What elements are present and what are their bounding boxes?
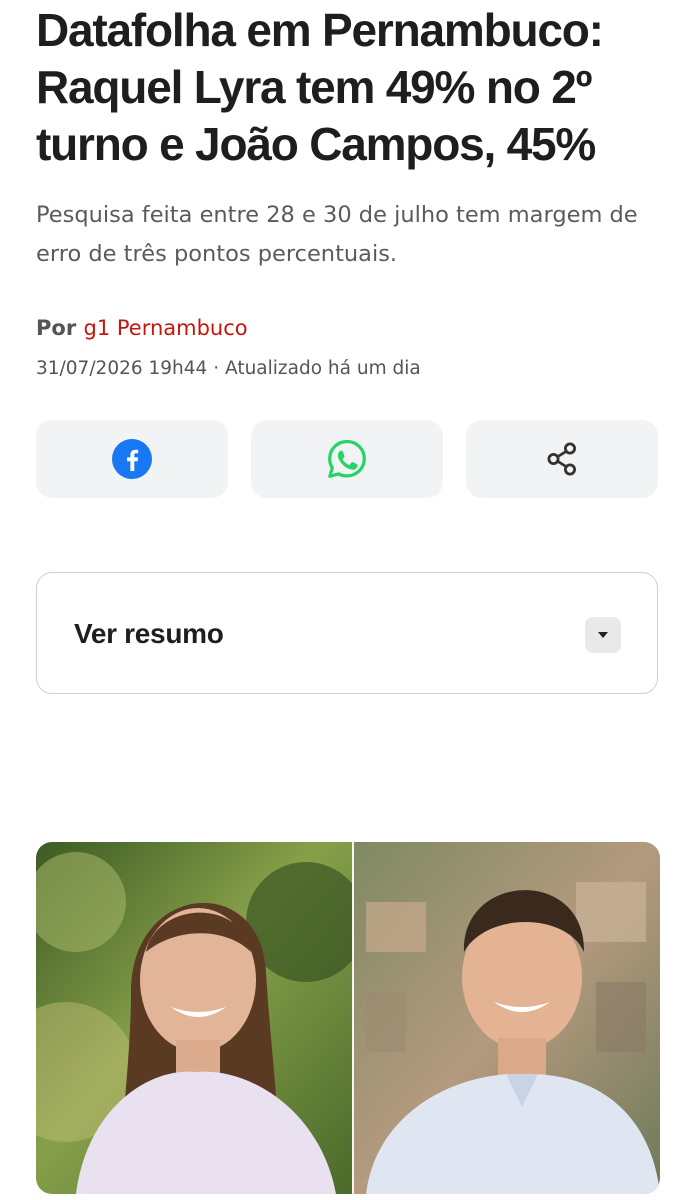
summary-toggle-card[interactable]: Ver resumo xyxy=(36,572,658,694)
share-whatsapp-button[interactable] xyxy=(251,420,443,498)
caret-down-icon[interactable] xyxy=(585,617,621,653)
share-facebook-button[interactable] xyxy=(36,420,228,498)
updated-text: Atualizado há um dia xyxy=(225,358,421,379)
candidates-photo xyxy=(36,842,660,1194)
publish-date: 31/07/2026 19h44 xyxy=(36,358,208,379)
article-subtitle: Pesquisa feita entre 28 e 30 de julho te… xyxy=(36,202,638,267)
share-more-button[interactable] xyxy=(466,420,658,498)
share-icon xyxy=(541,438,583,480)
dateline-separator: · xyxy=(213,358,220,379)
byline-prefix: Por xyxy=(36,316,77,340)
share-bar xyxy=(36,420,660,498)
article-headline: Datafolha em Pernambuco: Raquel Lyra tem… xyxy=(36,4,604,170)
byline: Por g1 Pernambuco xyxy=(36,312,248,344)
facebook-icon xyxy=(111,438,153,480)
summary-label: Ver resumo xyxy=(74,618,224,649)
whatsapp-icon xyxy=(326,438,368,480)
dateline: 31/07/2026 19h44 · Atualizado há um dia xyxy=(36,354,421,384)
author-link[interactable]: g1 Pernambuco xyxy=(84,316,248,340)
